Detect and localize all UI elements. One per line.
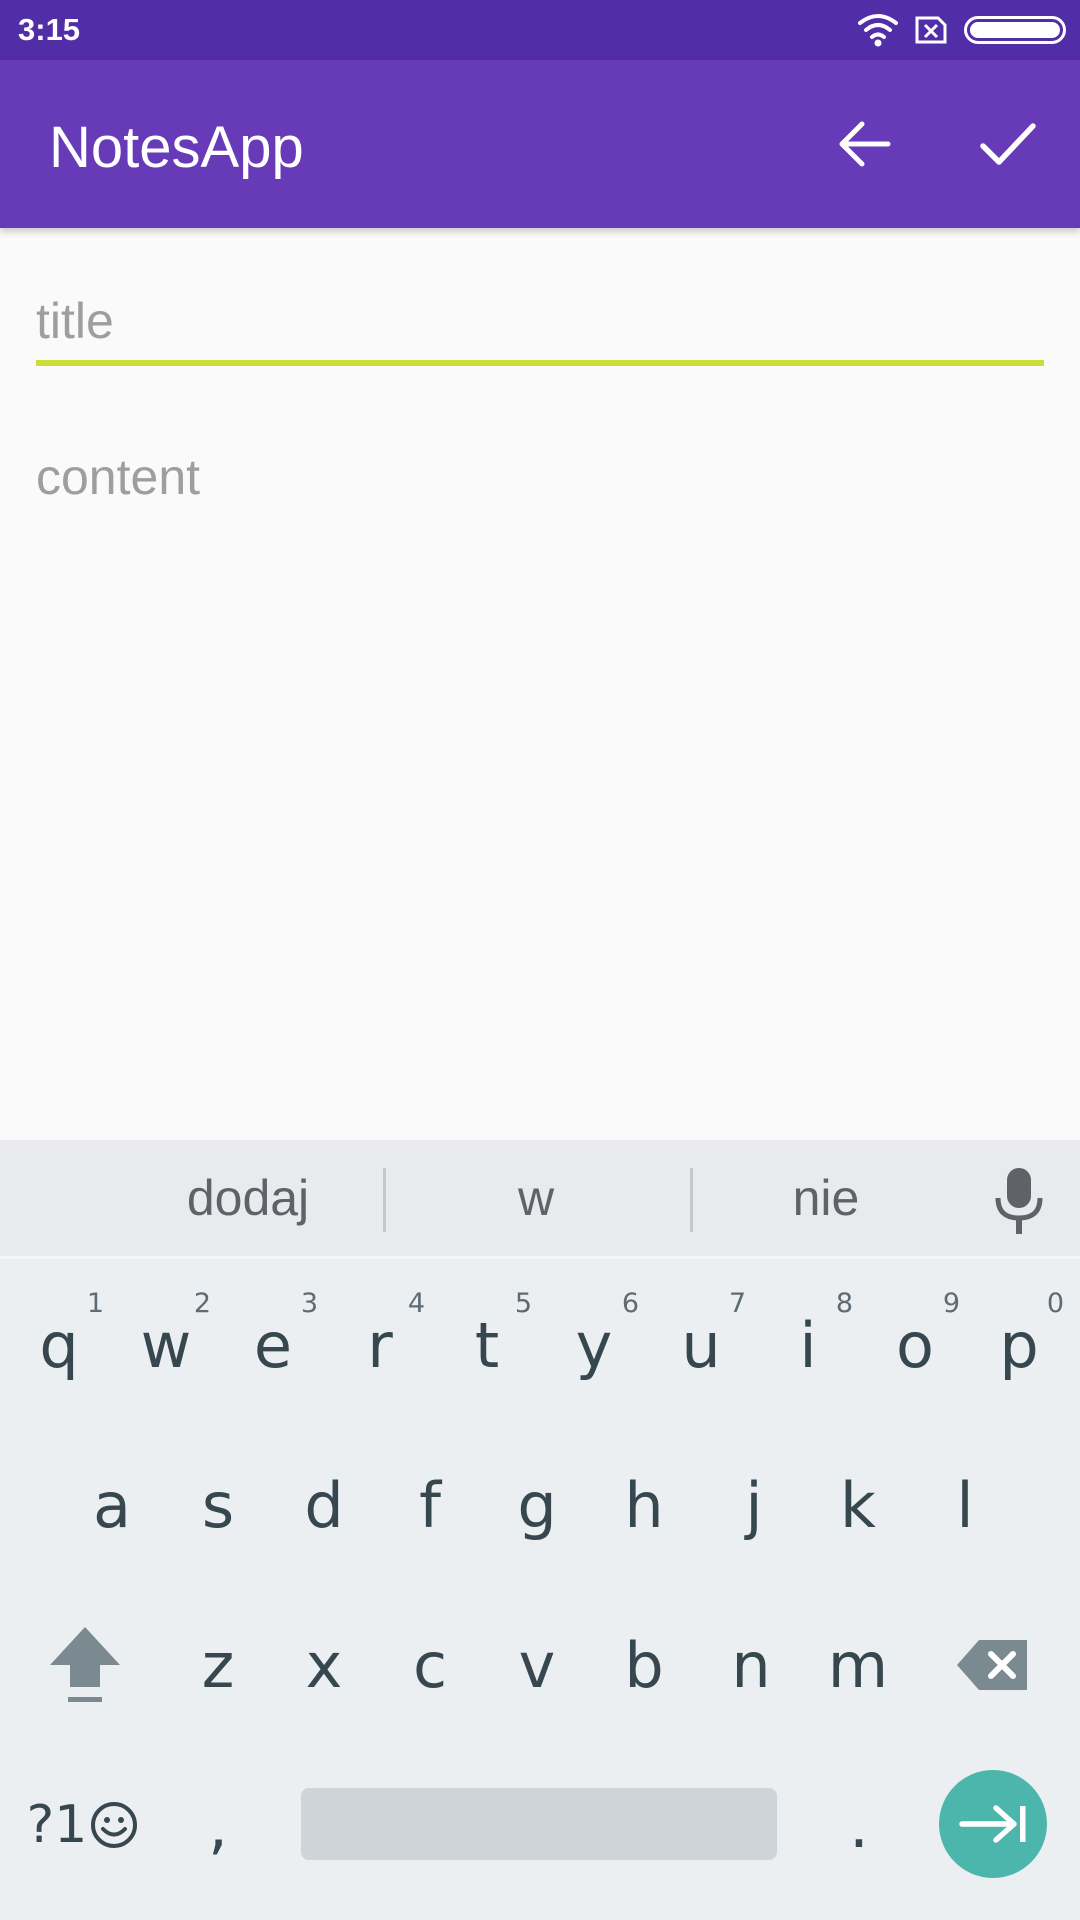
- check-icon: [980, 123, 1036, 165]
- backspace-key[interactable]: [938, 1590, 1048, 1740]
- key-label: i: [799, 1308, 817, 1382]
- app-title: NotesApp: [49, 115, 304, 180]
- comma-key[interactable]: ,: [165, 1750, 271, 1900]
- key-n[interactable]: n: [698, 1590, 804, 1740]
- key-a[interactable]: a: [59, 1430, 165, 1580]
- key-q[interactable]: q1: [6, 1270, 112, 1420]
- key-v[interactable]: v: [484, 1590, 590, 1740]
- key-p[interactable]: p0: [966, 1270, 1072, 1420]
- suggestion-2[interactable]: w: [436, 1166, 636, 1230]
- key-l[interactable]: l: [912, 1430, 1018, 1580]
- save-button[interactable]: [968, 104, 1048, 184]
- key-label: r: [367, 1308, 393, 1382]
- emoji-icon: [91, 1802, 138, 1848]
- key-s[interactable]: s: [165, 1430, 271, 1580]
- next-key[interactable]: [939, 1770, 1047, 1878]
- title-input[interactable]: [36, 278, 1044, 364]
- key-c[interactable]: c: [377, 1590, 483, 1740]
- back-arrow-icon: [839, 121, 891, 167]
- key-r[interactable]: r4: [327, 1270, 433, 1420]
- sim-x-icon: [915, 16, 947, 44]
- key-hint: 0: [1046, 1288, 1064, 1319]
- key-label: p: [999, 1308, 1039, 1382]
- status-time: 3:15: [18, 12, 81, 47]
- key-f[interactable]: f: [377, 1430, 483, 1580]
- title-underline: [36, 360, 1044, 366]
- suggestion-bar: dodaj w nie: [0, 1140, 1080, 1259]
- status-icons: [858, 12, 1066, 48]
- backspace-icon: [957, 1640, 1027, 1690]
- suggestion-3[interactable]: nie: [726, 1166, 926, 1230]
- key-w[interactable]: w2: [113, 1270, 219, 1420]
- key-z[interactable]: z: [165, 1590, 271, 1740]
- key-label: q: [39, 1308, 79, 1382]
- key-label: o: [896, 1308, 934, 1382]
- key-hint: 6: [621, 1288, 639, 1319]
- key-y[interactable]: y6: [541, 1270, 647, 1420]
- content-input[interactable]: [36, 448, 1044, 1008]
- symbols-key[interactable]: ?1: [18, 1750, 148, 1900]
- key-b[interactable]: b: [591, 1590, 697, 1740]
- key-hint: 1: [86, 1288, 104, 1319]
- key-u[interactable]: u7: [648, 1270, 754, 1420]
- key-m[interactable]: m: [805, 1590, 911, 1740]
- key-hint: 4: [407, 1288, 425, 1319]
- battery-icon: [964, 16, 1066, 44]
- key-k[interactable]: k: [805, 1430, 911, 1580]
- key-hint: 8: [835, 1288, 853, 1319]
- key-i[interactable]: i8: [755, 1270, 861, 1420]
- shift-arrow-icon: [50, 1627, 120, 1702]
- suggestion-1[interactable]: dodaj: [148, 1166, 348, 1230]
- back-button[interactable]: [824, 104, 904, 184]
- key-label: y: [575, 1308, 613, 1382]
- key-t[interactable]: t5: [434, 1270, 540, 1420]
- soft-keyboard: dodaj w nie q1 w2 e3 r4 t5 y6 u7 i8 o9 p…: [0, 1140, 1080, 1920]
- title-field: [36, 278, 1044, 368]
- symbols-label: ?1: [26, 1795, 88, 1855]
- key-o[interactable]: o9: [862, 1270, 968, 1420]
- shift-key[interactable]: [30, 1590, 140, 1740]
- key-j[interactable]: j: [701, 1430, 807, 1580]
- key-x[interactable]: x: [271, 1590, 377, 1740]
- key-hint: 5: [514, 1288, 532, 1319]
- suggestion-divider: [690, 1168, 693, 1232]
- key-label: t: [474, 1308, 500, 1382]
- wifi-icon: [858, 14, 898, 47]
- status-bar: 3:15: [0, 0, 1080, 60]
- key-d[interactable]: d: [271, 1430, 377, 1580]
- key-h[interactable]: h: [591, 1430, 697, 1580]
- microphone-icon[interactable]: [990, 1166, 1048, 1236]
- suggestion-divider: [383, 1168, 386, 1232]
- key-label: e: [253, 1308, 293, 1382]
- key-label: w: [140, 1308, 192, 1382]
- key-hint: 3: [300, 1288, 318, 1319]
- spacebar[interactable]: [301, 1788, 777, 1860]
- key-label: u: [681, 1308, 721, 1382]
- app-bar: NotesApp: [0, 60, 1080, 228]
- key-hint: 2: [193, 1288, 211, 1319]
- key-hint: 7: [728, 1288, 746, 1319]
- tab-next-icon: [959, 1805, 1026, 1843]
- key-g[interactable]: g: [484, 1430, 590, 1580]
- key-hint: 9: [942, 1288, 960, 1319]
- period-key[interactable]: .: [806, 1750, 912, 1900]
- key-e[interactable]: e3: [220, 1270, 326, 1420]
